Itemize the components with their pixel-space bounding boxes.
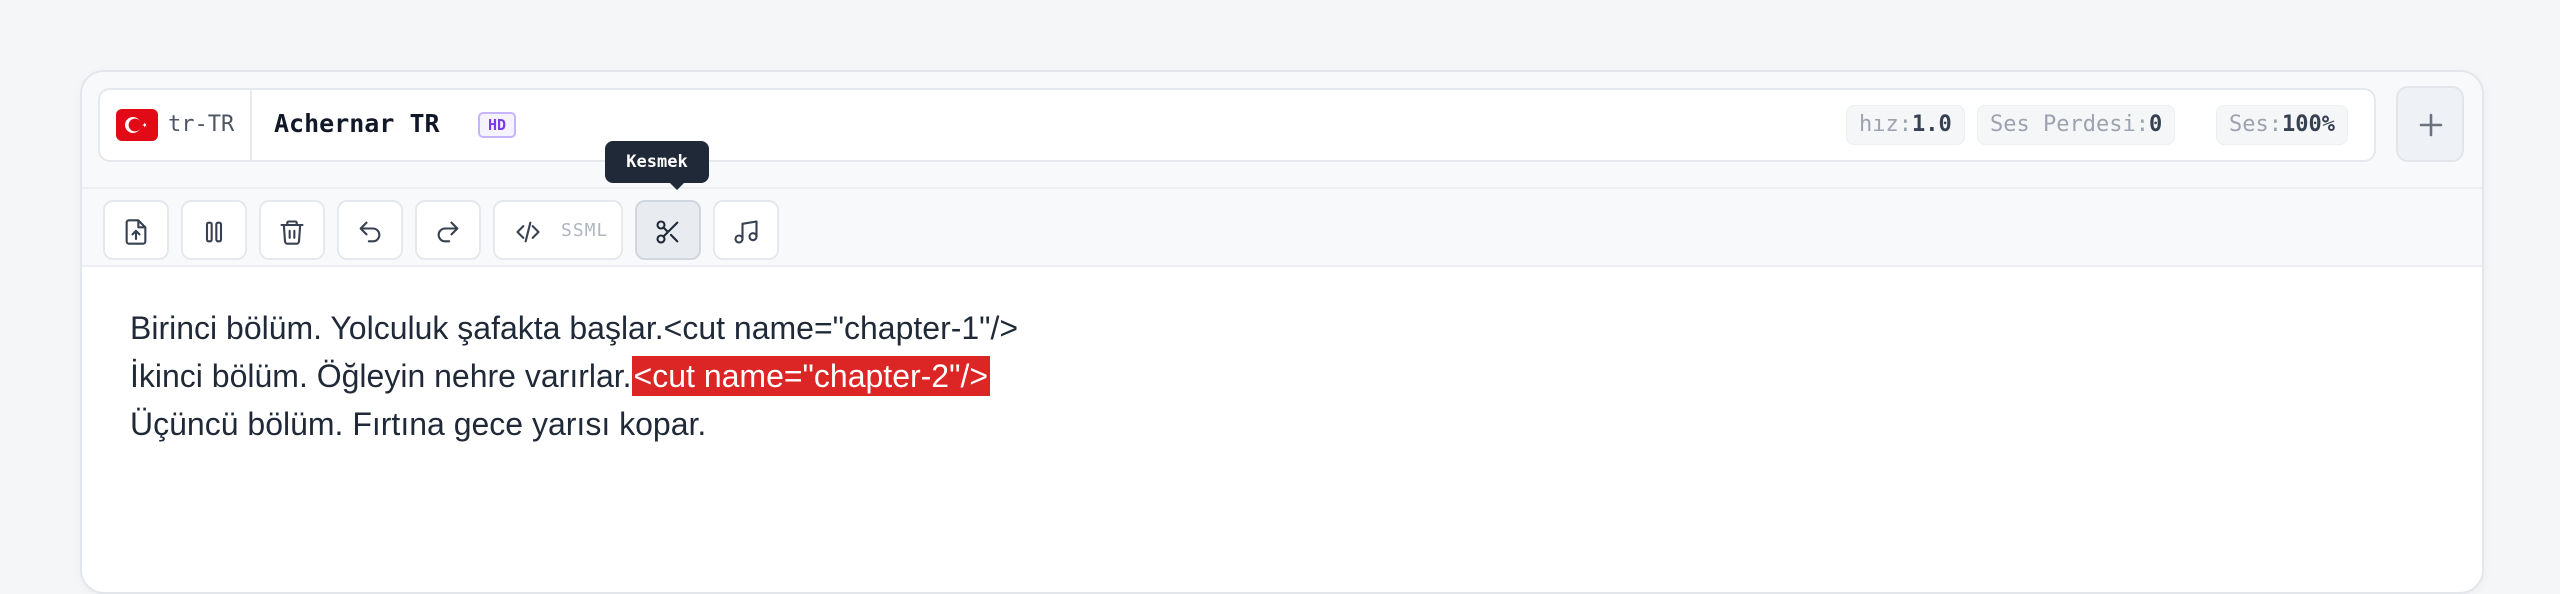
- voice-header: tr-TR Achernar TR HD hız:1.0 Ses Perdesi…: [82, 72, 2482, 187]
- music-button[interactable]: [713, 200, 779, 260]
- delete-button[interactable]: [259, 200, 325, 260]
- pitch-param[interactable]: Ses Perdesi:0: [1977, 105, 2176, 145]
- speed-label: hız:: [1859, 112, 1912, 137]
- hd-badge: HD: [478, 112, 516, 138]
- turkey-flag-icon: [116, 109, 158, 141]
- redo-button[interactable]: [415, 200, 481, 260]
- scissors-icon: [656, 220, 679, 244]
- undo-icon: [359, 221, 381, 243]
- undo-button[interactable]: [337, 200, 403, 260]
- volume-param[interactable]: Ses:100%: [2216, 105, 2348, 145]
- line-text: Birinci bölüm. Yolculuk şafakta başlar.: [130, 310, 664, 346]
- add-voice-button[interactable]: [2396, 86, 2464, 162]
- voice-selector[interactable]: tr-TR Achernar TR HD hız:1.0 Ses Perdesi…: [98, 88, 2376, 162]
- line-text: Üçüncü bölüm. Fırtına gece yarısı kopar.: [130, 406, 707, 442]
- volume-label: Ses:: [2229, 112, 2282, 137]
- pause-icon: [205, 221, 223, 243]
- pause-button[interactable]: [181, 200, 247, 260]
- pitch-label: Ses Perdesi:: [1990, 112, 2149, 137]
- pitch-value: 0: [2148, 112, 2163, 137]
- cut-button[interactable]: [635, 200, 701, 260]
- trash-icon: [280, 220, 304, 245]
- speed-value: 1.0: [1911, 112, 1952, 137]
- text-editor[interactable]: Birinci bölüm. Yolculuk şafakta başlar.<…: [130, 304, 2430, 448]
- redo-icon: [437, 221, 459, 243]
- code-icon: [516, 221, 540, 243]
- cut-tooltip: Kesmek: [605, 141, 709, 183]
- locale-section[interactable]: tr-TR: [100, 90, 252, 160]
- locale-code: tr-TR: [168, 112, 235, 137]
- selected-cut-tag[interactable]: <cut name="chapter-2"/>: [631, 356, 991, 396]
- editor-line: Üçüncü bölüm. Fırtına gece yarısı kopar.: [130, 400, 2430, 448]
- music-note-icon: [734, 220, 758, 244]
- tts-editor-card: tr-TR Achernar TR HD hız:1.0 Ses Perdesi…: [80, 70, 2484, 594]
- editor-toolbar: SSML: [82, 187, 2482, 267]
- line-text: İkinci bölüm. Öğleyin nehre varırlar.: [130, 358, 632, 394]
- upload-file-button[interactable]: [103, 200, 169, 260]
- file-upload-icon: [125, 219, 147, 245]
- editor-line: Birinci bölüm. Yolculuk şafakta başlar.<…: [130, 304, 2430, 352]
- volume-value: 100%: [2281, 112, 2335, 137]
- speed-param[interactable]: hız:1.0: [1846, 105, 1965, 145]
- tooltip-arrow: [669, 182, 685, 190]
- plus-icon: [2419, 113, 2443, 137]
- ssml-label: SSML: [561, 220, 609, 241]
- voice-name: Achernar TR: [274, 109, 440, 138]
- ssml-button[interactable]: SSML: [493, 200, 623, 260]
- editor-line: İkinci bölüm. Öğleyin nehre varırlar.<cu…: [130, 352, 2430, 400]
- cut-tag[interactable]: <cut name="chapter-1"/>: [664, 310, 1018, 346]
